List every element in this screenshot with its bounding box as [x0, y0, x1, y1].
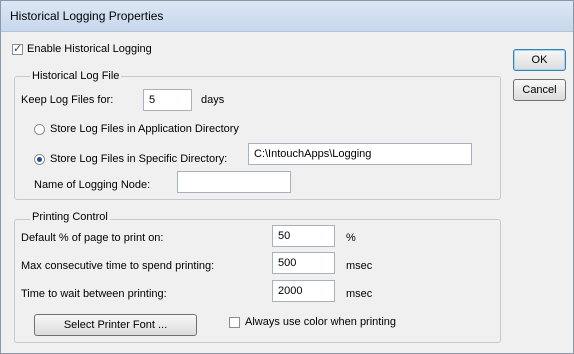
default-page-percent-label: Default % of page to print on:	[21, 232, 164, 244]
logging-node-input[interactable]	[177, 171, 291, 193]
enable-logging-label: Enable Historical Logging	[27, 43, 152, 55]
historical-log-file-legend: Historical Log File	[30, 69, 122, 83]
max-print-time-unit: msec	[346, 260, 373, 272]
always-use-color-checkbox[interactable]	[229, 317, 240, 328]
cancel-button[interactable]: Cancel	[513, 79, 566, 101]
store-specific-directory-radio[interactable]	[34, 154, 45, 165]
ok-button[interactable]: OK	[513, 49, 566, 71]
historical-logging-dialog: Historical Logging Properties Enable His…	[0, 0, 574, 354]
percent-unit-label: %	[346, 232, 356, 244]
wait-between-print-label: Time to wait between printing:	[21, 288, 167, 300]
window-title: Historical Logging Properties	[10, 9, 164, 23]
printing-control-legend: Printing Control	[30, 210, 110, 224]
title-bar: Historical Logging Properties	[1, 1, 573, 32]
directory-path-input[interactable]: C:\IntouchApps\Logging	[248, 143, 472, 165]
store-app-directory-radio[interactable]	[34, 124, 45, 135]
enable-logging-checkbox[interactable]	[12, 42, 23, 55]
store-app-directory-label: Store Log Files in Application Directory	[50, 123, 239, 135]
always-use-color-label: Always use color when printing	[245, 316, 397, 328]
wait-between-print-input[interactable]: 2000	[272, 280, 335, 302]
max-print-time-input[interactable]: 500	[272, 252, 335, 274]
days-unit-label: days	[201, 94, 225, 106]
logging-node-label: Name of Logging Node:	[34, 179, 151, 191]
select-printer-font-button[interactable]: Select Printer Font ...	[34, 314, 197, 336]
wait-between-print-unit: msec	[346, 288, 373, 300]
keep-log-days-input[interactable]: 5	[143, 89, 192, 111]
keep-log-files-label: Keep Log Files for:	[21, 94, 114, 106]
store-specific-directory-label: Store Log Files in Specific Directory:	[50, 153, 228, 165]
max-print-time-label: Max consecutive time to spend printing:	[21, 260, 215, 272]
default-page-percent-input[interactable]: 50	[272, 225, 335, 247]
